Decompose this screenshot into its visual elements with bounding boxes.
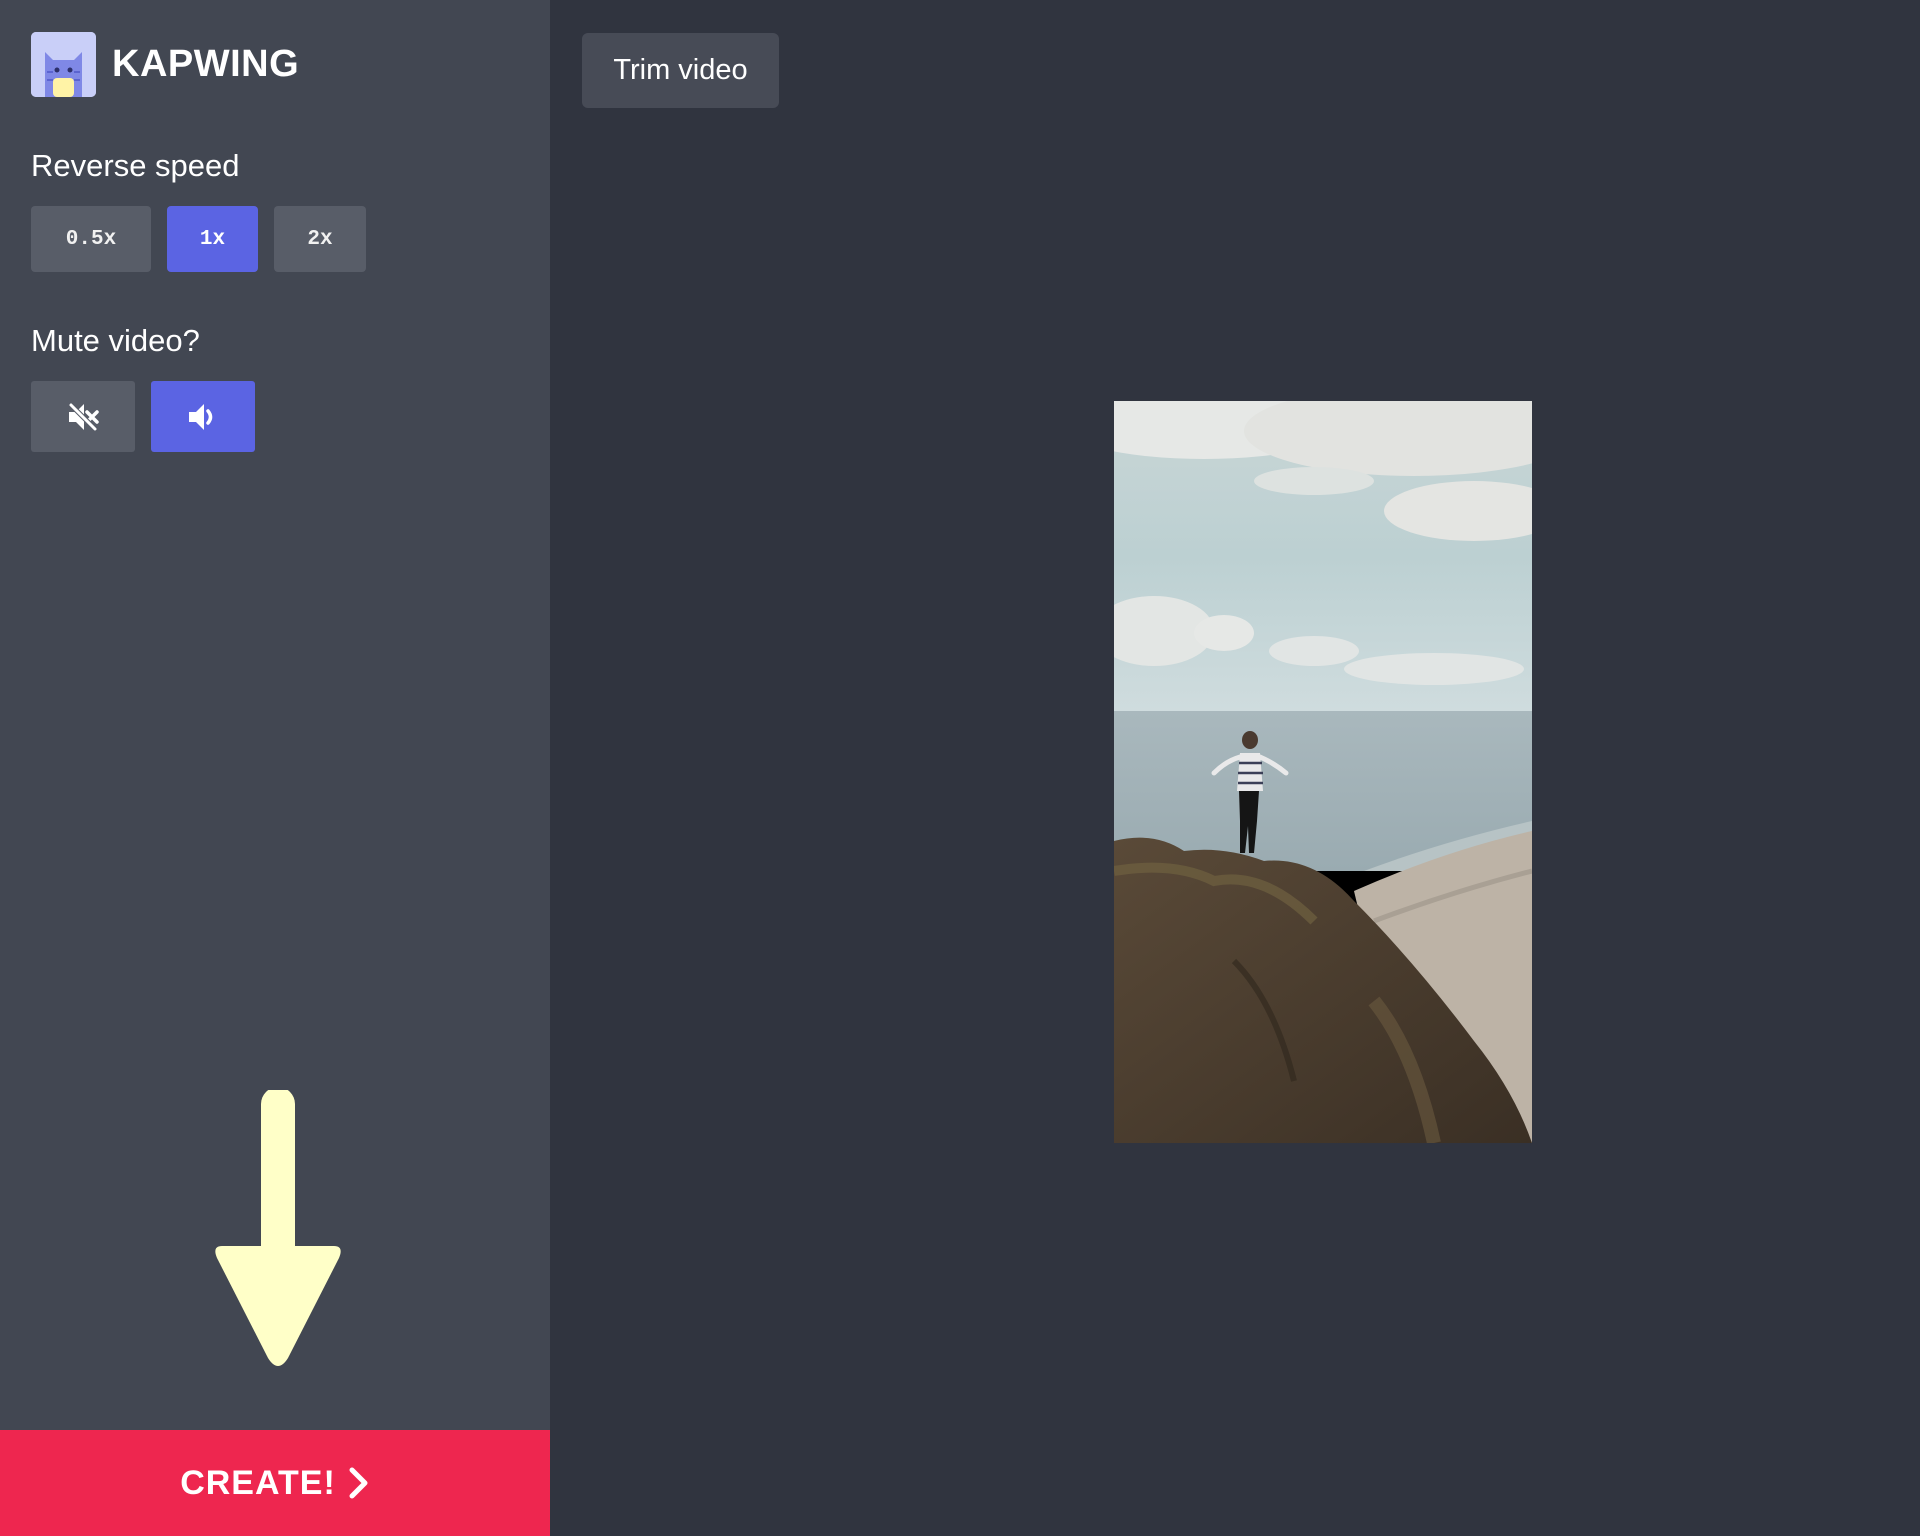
sidebar: KAPWING Reverse speed 0.5x 1x 2x Mute vi… — [0, 0, 550, 1536]
mute-off-button[interactable] — [151, 381, 255, 452]
trim-video-button[interactable]: Trim video — [582, 33, 779, 108]
kapwing-cat-logo-icon — [31, 32, 96, 97]
mute-video-label: Mute video? — [31, 323, 200, 358]
speed-options: 0.5x 1x 2x — [31, 206, 366, 272]
speaker-muted-icon — [68, 401, 99, 432]
video-preview[interactable] — [1114, 401, 1532, 1143]
speed-option-1x[interactable]: 1x — [167, 206, 258, 272]
speaker-on-icon — [189, 403, 213, 430]
speed-option-0-5x[interactable]: 0.5x — [31, 206, 151, 272]
logo[interactable]: KAPWING — [31, 32, 299, 97]
create-button[interactable]: CREATE! — [0, 1430, 550, 1536]
mute-options — [31, 381, 255, 452]
chevron-right-icon — [349, 1467, 368, 1499]
speed-option-2x[interactable]: 2x — [274, 206, 366, 272]
app-name: KAPWING — [112, 43, 300, 85]
mute-on-button[interactable] — [31, 381, 135, 452]
reverse-speed-label: Reverse speed — [31, 148, 240, 183]
arrow-down-icon — [215, 1090, 341, 1366]
create-button-label: CREATE! — [180, 1463, 336, 1502]
